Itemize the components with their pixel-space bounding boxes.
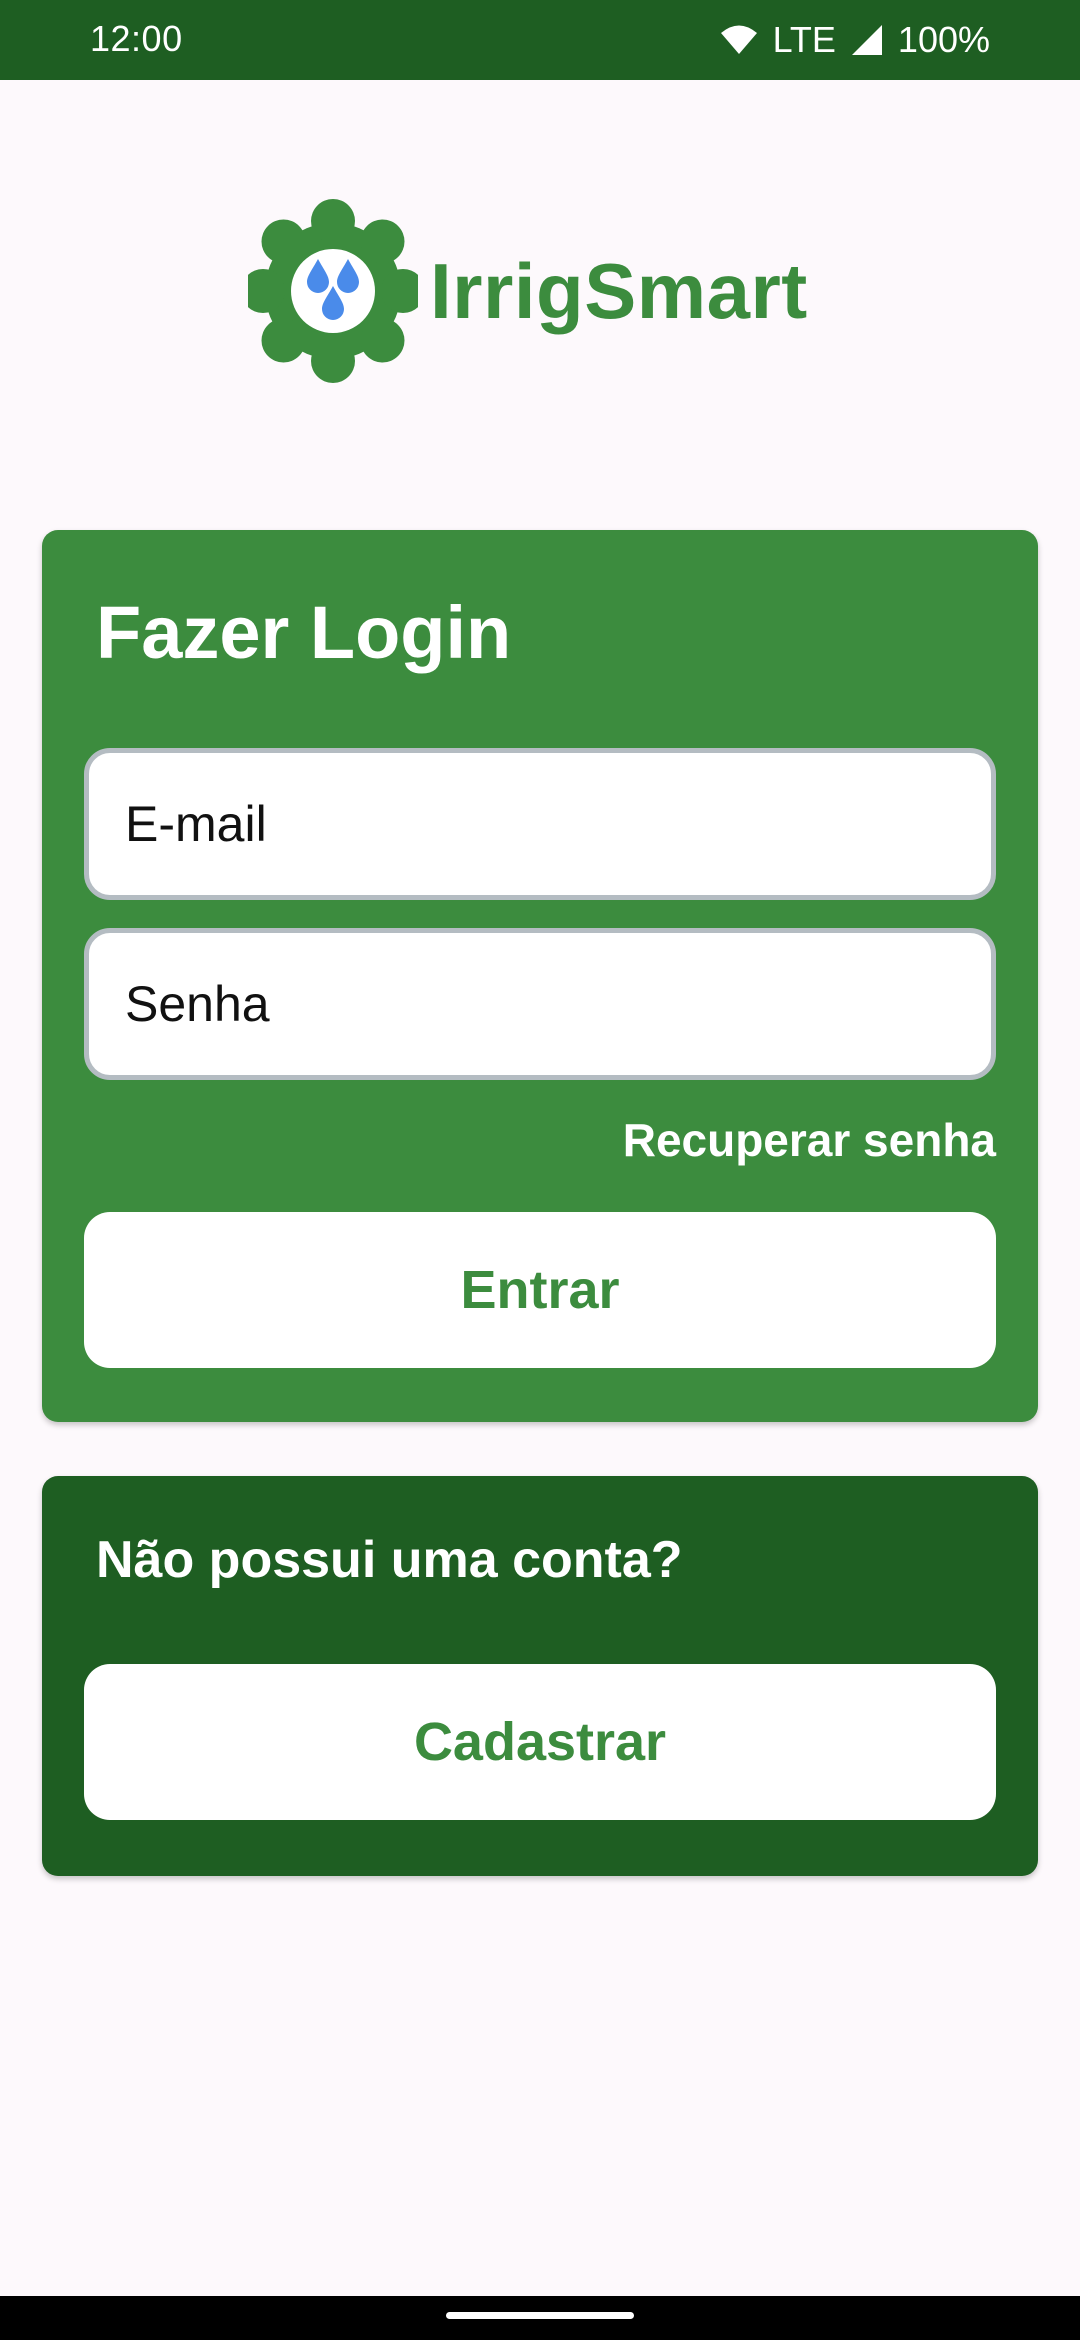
gear-water-drops-icon xyxy=(248,199,418,383)
recover-password-link[interactable]: Recuperar senha xyxy=(623,1113,996,1167)
status-bar: 12:00 LTE 100% xyxy=(0,0,1080,80)
email-field[interactable] xyxy=(84,748,996,900)
navigation-bar xyxy=(0,2296,1080,2340)
app-logo: IrrigSmart xyxy=(248,196,808,386)
cell-signal-icon xyxy=(851,25,882,55)
network-type: LTE xyxy=(772,19,836,60)
email-input[interactable] xyxy=(89,753,991,895)
home-gesture-handle[interactable] xyxy=(446,2312,634,2319)
login-card: Fazer Login Recuperar senha Entrar xyxy=(42,530,1038,1422)
password-input[interactable] xyxy=(89,933,991,1075)
status-icons: LTE 100% xyxy=(719,18,990,62)
login-button[interactable]: Entrar xyxy=(84,1212,996,1368)
signup-question: Não possui uma conta? xyxy=(96,1531,683,1589)
signup-card: Não possui uma conta? Cadastrar xyxy=(42,1476,1038,1876)
status-time: 12:00 xyxy=(90,18,183,59)
password-field[interactable] xyxy=(84,928,996,1080)
wifi-icon xyxy=(720,25,757,54)
login-title: Fazer Login xyxy=(96,591,512,674)
battery-level: 100% xyxy=(897,19,990,60)
brand-name: IrrigSmart xyxy=(430,246,808,335)
signup-button[interactable]: Cadastrar xyxy=(84,1664,996,1820)
